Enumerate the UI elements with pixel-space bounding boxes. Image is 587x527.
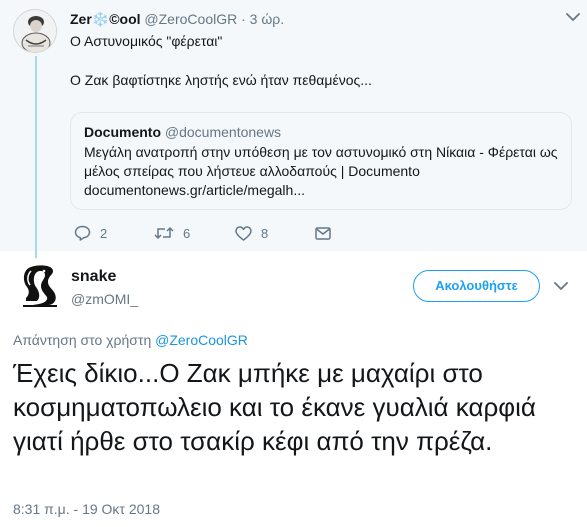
card-source: Documento @documentonews bbox=[84, 124, 558, 140]
replying-to-label: Απάντηση στο χρήστη bbox=[13, 332, 152, 348]
parent-tweet-text-line2: Ο Ζακ βαφτίστηκε ληστής ενώ ήταν πεθαμέν… bbox=[70, 72, 372, 88]
retweet-button[interactable]: 6 bbox=[154, 226, 235, 241]
avatar-image bbox=[14, 10, 56, 52]
parent-tweet-header: Zer❄️©ool @ZeroCoolGR · 3 ώρ. bbox=[70, 11, 284, 28]
direct-message-icon bbox=[315, 226, 331, 240]
retweet-count: 6 bbox=[183, 225, 191, 241]
follow-button[interactable]: Ακολουθήστε bbox=[413, 270, 540, 302]
card-source-name: Documento bbox=[84, 124, 161, 140]
reply-button[interactable]: 2 bbox=[74, 225, 154, 241]
parent-tweet-text-line1: Ο Αστυνομικός "φέρεται" bbox=[70, 33, 223, 49]
parent-tweet[interactable]: Zer❄️©ool @ZeroCoolGR · 3 ώρ. Ο Αστυνομι… bbox=[0, 0, 587, 258]
card-description: Μεγάλη ανατροπή στην υπόθεση με τον αστυ… bbox=[84, 144, 558, 179]
replying-to: Απάντηση στο χρήστη @ZeroCoolGR bbox=[13, 332, 248, 348]
like-button[interactable]: 8 bbox=[235, 226, 315, 241]
main-tweet-text: Έχεις δίκιο...Ο Ζακ μπήκε με μαχαίρι στο… bbox=[13, 358, 536, 456]
reply-icon bbox=[74, 225, 91, 241]
tweet-actions: 2 6 8 bbox=[74, 225, 331, 241]
parent-display-name[interactable]: Zer❄️©ool bbox=[70, 11, 141, 27]
reply-count: 2 bbox=[100, 225, 108, 241]
link-preview-card[interactable]: Documento @documentonews Μεγάλη ανατροπή… bbox=[70, 112, 572, 210]
main-display-name[interactable]: snake bbox=[71, 268, 116, 286]
like-icon bbox=[235, 225, 252, 241]
replying-to-user-link[interactable]: @ZeroCoolGR bbox=[155, 332, 248, 348]
avatar[interactable] bbox=[13, 9, 57, 53]
avatar[interactable] bbox=[17, 263, 63, 309]
thread-connector-line bbox=[35, 56, 37, 258]
main-handle[interactable]: @zmOMI_ bbox=[71, 291, 138, 307]
parent-handle[interactable]: @ZeroCoolGR bbox=[144, 11, 237, 27]
direct-message-button[interactable] bbox=[315, 226, 331, 240]
like-count: 8 bbox=[261, 225, 269, 241]
cobra-avatar-image bbox=[17, 263, 63, 309]
parent-time-ago[interactable]: 3 ώρ. bbox=[250, 11, 284, 27]
retweet-icon bbox=[154, 226, 174, 240]
chevron-down-icon[interactable] bbox=[566, 12, 580, 22]
card-url: documentonews.gr/article/megalh... bbox=[84, 182, 305, 198]
card-source-handle: @documentonews bbox=[164, 124, 282, 140]
separator-dot: · bbox=[241, 11, 246, 27]
tweet-timestamp[interactable]: 8:31 π.μ. - 19 Οκτ 2018 bbox=[13, 501, 160, 517]
chevron-down-icon[interactable] bbox=[554, 281, 568, 291]
